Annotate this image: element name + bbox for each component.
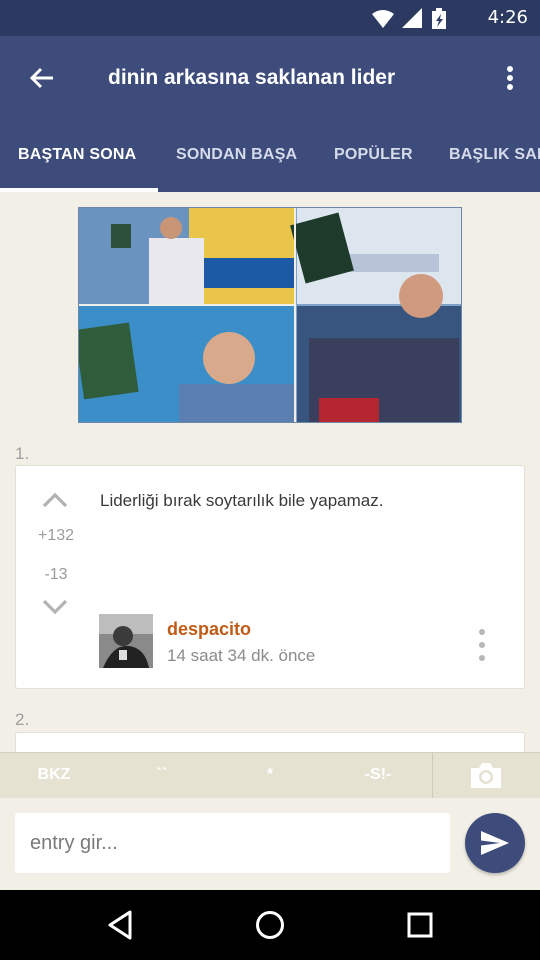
battery-charging-icon: [432, 8, 446, 29]
more-vert-icon: [507, 66, 513, 90]
signal-icon: [402, 8, 422, 28]
status-icons: [370, 8, 470, 29]
chevron-down-icon: [42, 599, 68, 615]
downvote-button[interactable]: [40, 597, 70, 617]
wifi-icon: [372, 10, 394, 28]
home-circle-icon: [256, 911, 284, 939]
entry-input[interactable]: [15, 813, 450, 873]
camera-icon: [471, 763, 501, 788]
status-bar: 4:26: [0, 0, 540, 36]
tab-bastan-sona[interactable]: BAŞTAN SONA: [18, 146, 136, 164]
more-vert-icon: [479, 629, 485, 635]
asterisk-button[interactable]: *: [238, 766, 302, 784]
app-bar: dinin arkasına saklanan lider: [0, 36, 540, 120]
page-title: dinin arkasına saklanan lider: [108, 66, 396, 89]
arrow-back-icon: [29, 67, 53, 89]
send-button[interactable]: [465, 813, 525, 873]
topic-image[interactable]: [78, 207, 462, 423]
chevron-up-icon: [42, 492, 68, 508]
entry-card: +132 -13 Liderliği bırak soytarılık bile…: [15, 465, 525, 689]
nav-recents-button[interactable]: [400, 907, 440, 943]
downvote-count: -13: [44, 566, 68, 583]
entry-more-button[interactable]: [474, 629, 490, 661]
status-time: 4:26: [487, 7, 528, 28]
toolbar-divider: [432, 753, 433, 799]
tab-populer[interactable]: POPÜLER: [334, 146, 413, 164]
upvote-count: +132: [37, 527, 75, 544]
entry-index: 1.: [15, 444, 30, 463]
entry-text: Liderliği bırak soytarılık bile yapamaz.: [100, 491, 384, 510]
system-nav-bar: [0, 890, 540, 960]
send-icon: [481, 831, 509, 855]
camera-button[interactable]: [468, 761, 504, 791]
nav-back-button[interactable]: [100, 907, 140, 943]
upvote-button[interactable]: [40, 490, 70, 510]
composer: [0, 798, 540, 890]
format-toolbar: BKZ `` * -S!-: [0, 752, 540, 799]
entry-index: 2.: [15, 710, 30, 729]
entry-card: [15, 732, 525, 752]
bkz-button[interactable]: BKZ: [22, 766, 86, 784]
entry-list[interactable]: 1. +132 -13 Liderliği bırak soytarılık b…: [0, 192, 540, 752]
tab-sondan-basa[interactable]: SONDAN BAŞA: [176, 146, 297, 164]
author-link[interactable]: despacito: [167, 619, 251, 640]
tab-baslik-sahibi[interactable]: BAŞLIK SAHİBİ: [449, 146, 540, 164]
back-triangle-icon: [108, 910, 132, 940]
tab-bar: BAŞTAN SONA SONDAN BAŞA POPÜLER BAŞLIK S…: [0, 120, 540, 192]
recents-square-icon: [407, 912, 433, 938]
nav-home-button[interactable]: [250, 907, 290, 943]
entry-timestamp[interactable]: 14 saat 34 dk. önce: [167, 646, 315, 666]
spoiler-button[interactable]: -S!-: [346, 766, 410, 784]
back-button[interactable]: [22, 60, 62, 96]
avatar[interactable]: [99, 614, 153, 668]
hidden-bkz-button[interactable]: ``: [130, 766, 194, 784]
overflow-menu-button[interactable]: [498, 60, 522, 96]
